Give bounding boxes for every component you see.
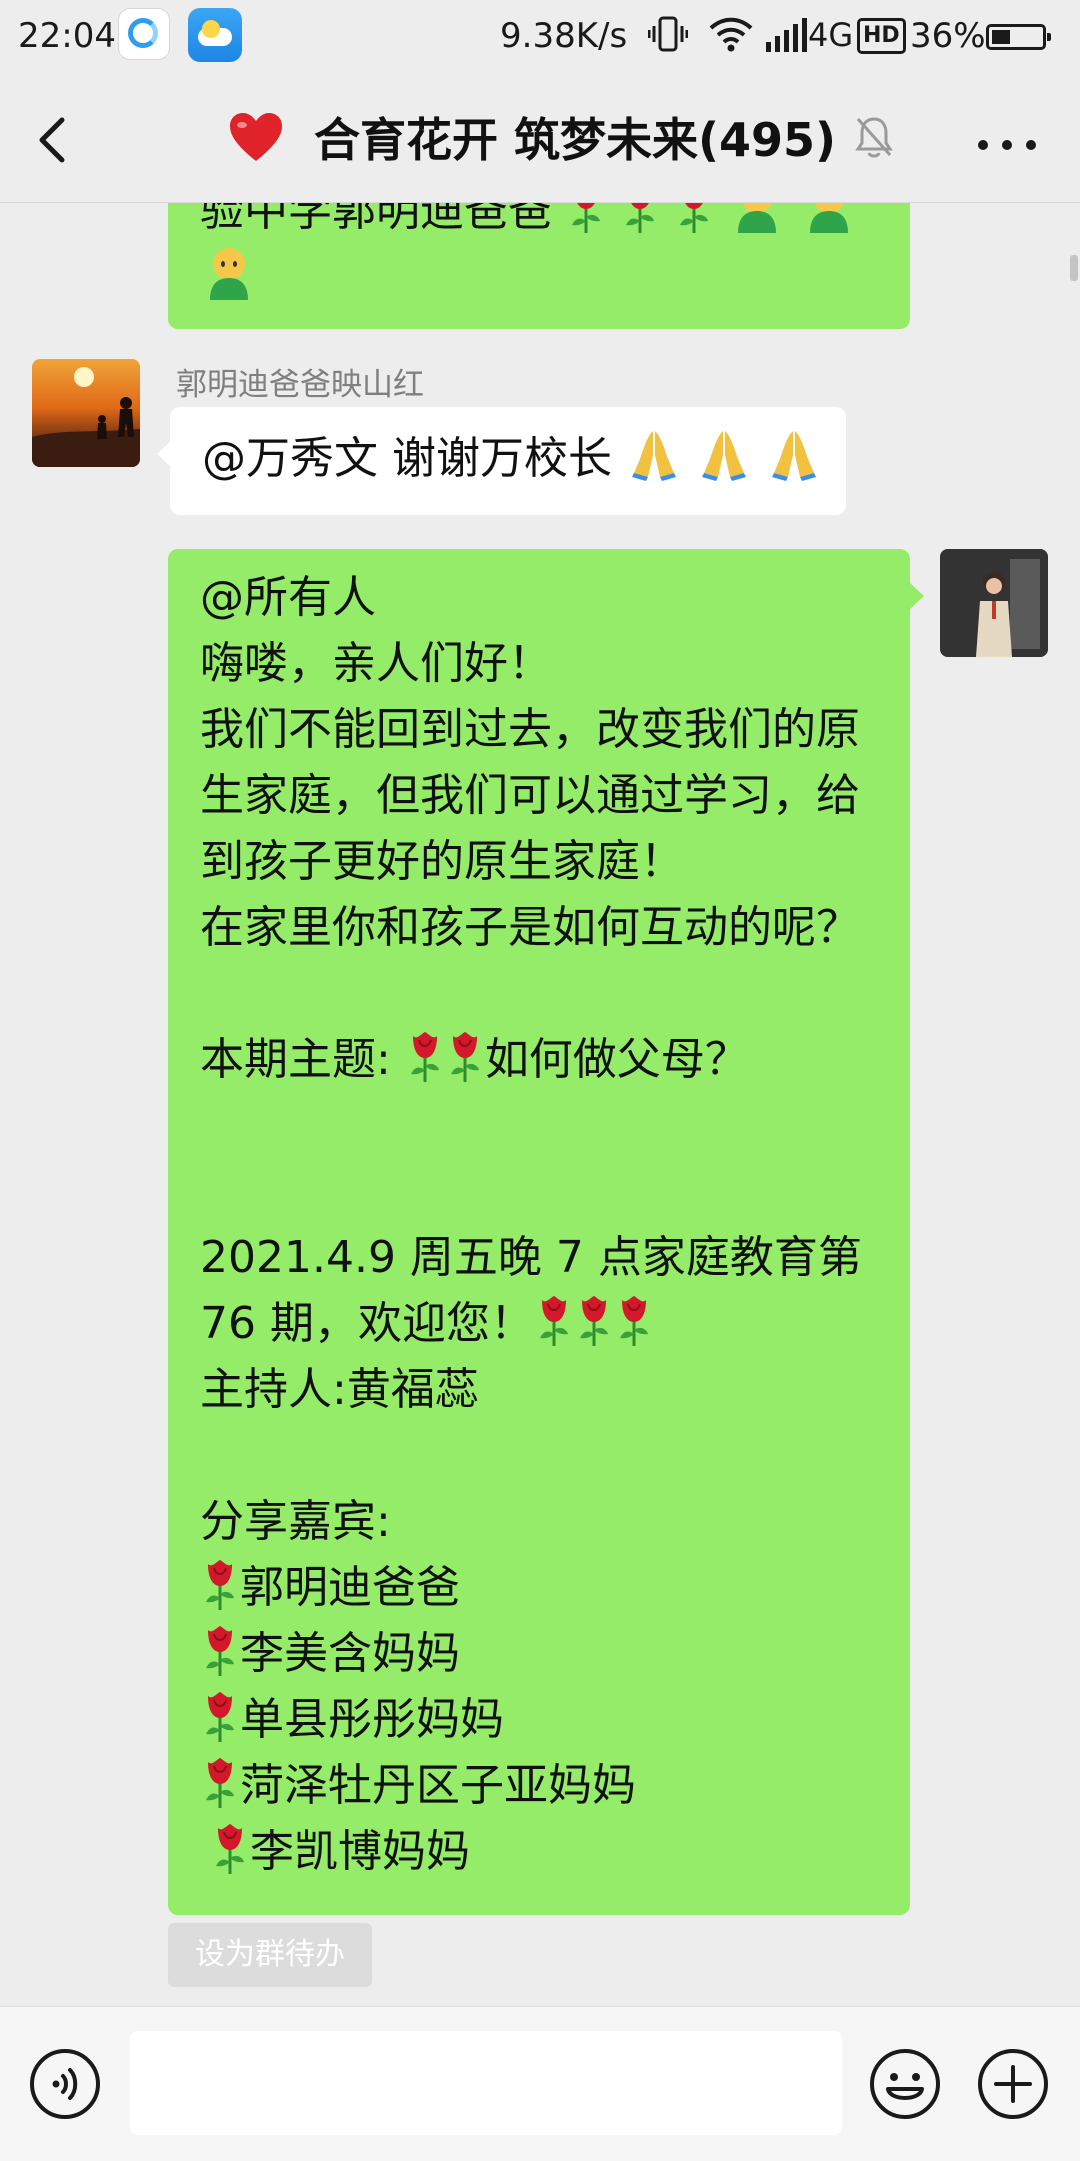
guest-item: 单县彤彤妈妈 — [200, 1687, 878, 1753]
person-photo-image — [940, 549, 1048, 657]
weather-app-icon — [188, 8, 242, 62]
topic-prefix: 本期主题: — [200, 1034, 405, 1085]
topic-text: 如何做父母？ — [484, 1034, 749, 1085]
message-line — [200, 244, 878, 311]
rose-icon — [210, 1822, 250, 1876]
message-line: 生家庭，但我们可以通过学习，给 — [200, 770, 860, 821]
message-line: 验中学郭明迪爸爸 — [200, 203, 878, 244]
message-line: @所有人 — [200, 572, 376, 623]
pray-emoji-icon — [626, 425, 682, 481]
battery-percent: 36% — [910, 16, 986, 56]
browser-app-icon — [118, 8, 170, 60]
guest-item: 菏泽牡丹区子亚妈妈 — [200, 1753, 878, 1819]
rose-icon — [200, 1558, 240, 1612]
guest-item: 郭明迪爸爸 — [200, 1555, 878, 1621]
message-line: 到孩子更好的原生家庭！ — [200, 836, 684, 887]
sender-avatar[interactable] — [32, 359, 140, 467]
dot-icon — [1026, 140, 1036, 150]
rose-icon — [445, 1030, 485, 1084]
sender-name: 郭明迪爸爸映山红 — [176, 367, 424, 403]
chat-header: 合育花开 筑梦未来(495) — [0, 76, 1080, 203]
message-text: @万秀文 谢谢万校长 — [202, 433, 612, 484]
signal-icon — [766, 18, 807, 52]
pray-emoji-icon — [766, 425, 822, 481]
battery-icon — [986, 24, 1051, 50]
rose-icon — [674, 203, 714, 235]
pray-emoji-icon — [696, 425, 752, 481]
hug-emoji-icon — [200, 244, 258, 302]
sunset-silhouette-image — [32, 367, 140, 467]
set-group-todo-button[interactable]: 设为群待办 — [168, 1923, 372, 1987]
hug-emoji-icon — [800, 203, 858, 235]
more-options-button[interactable] — [972, 126, 1042, 166]
status-bar: 22:04 9.38K/s 4G HD 36% — [0, 0, 1080, 76]
voice-input-button[interactable] — [28, 2047, 102, 2121]
heart-icon — [230, 113, 282, 161]
guest-name: 郭明迪爸爸 — [240, 1562, 460, 1613]
emoji-button[interactable] — [868, 2047, 942, 2121]
guest-name: 李凯博妈妈 — [250, 1826, 470, 1877]
rose-icon — [566, 203, 606, 235]
hug-emoji-icon — [728, 203, 786, 235]
guest-name: 单县彤彤妈妈 — [240, 1694, 504, 1745]
back-button[interactable] — [28, 110, 84, 170]
chat-title-area[interactable]: 合育花开 筑梦未来(495) — [228, 104, 894, 170]
wifi-icon — [709, 17, 753, 52]
guest-item: 李凯博妈妈 — [200, 1819, 878, 1885]
guest-name: 李美含妈妈 — [240, 1628, 460, 1679]
message-line: 在家里你和孩子是如何互动的呢？ — [200, 902, 860, 953]
message-text: 验中学郭明迪爸爸 — [200, 203, 552, 236]
chat-message-list[interactable]: 验中学郭明迪爸爸 郭明迪爸爸映山红 @万秀文 谢谢万校长 @所有人 嗨喽，亲人们… — [0, 203, 1080, 2005]
message-bubble-announcement[interactable]: @所有人 嗨喽，亲人们好！ 我们不能回到过去，改变我们的原 生家庭，但我们可以通… — [168, 549, 910, 1915]
vibrate-icon — [648, 16, 688, 52]
rose-icon — [200, 1756, 240, 1810]
rose-icon — [620, 203, 660, 235]
topic-line: 本期主题: 如何做父母？ — [200, 1027, 878, 1093]
guests-label: 分享嘉宾: — [200, 1496, 391, 1547]
rose-icon — [200, 1624, 240, 1678]
status-time: 22:04 — [18, 16, 116, 56]
message-bubble-reply[interactable]: @万秀文 谢谢万校长 — [170, 407, 846, 515]
rose-icon — [614, 1294, 654, 1348]
dot-icon — [978, 140, 988, 150]
rose-icon — [200, 1690, 240, 1744]
more-functions-plus-button[interactable] — [976, 2047, 1050, 2121]
input-bar — [0, 2006, 1080, 2161]
self-avatar[interactable] — [940, 549, 1048, 657]
bubble-tail — [910, 583, 924, 609]
guest-name: 菏泽牡丹区子亚妈妈 — [240, 1760, 636, 1811]
status-network-type: 4G — [808, 16, 854, 54]
hd-icon: HD — [857, 18, 906, 54]
rose-icon — [534, 1294, 574, 1348]
page-title: 合育花开 筑梦未来(495) — [314, 113, 837, 167]
scrollbar[interactable] — [1070, 255, 1078, 281]
message-line: 我们不能回到过去，改变我们的原 — [200, 704, 860, 755]
rose-icon — [574, 1294, 614, 1348]
message-line: 嗨喽，亲人们好！ — [200, 638, 552, 689]
message-bubble-previous[interactable]: 验中学郭明迪爸爸 — [168, 203, 910, 329]
message-line: 76 期，欢迎您！ — [200, 1291, 878, 1357]
mute-bell-icon — [855, 117, 893, 158]
host-line: 主持人:黄福蕊 — [200, 1364, 479, 1415]
dot-icon — [1002, 140, 1012, 150]
message-input[interactable] — [130, 2031, 842, 2135]
guest-item: 李美含妈妈 — [200, 1621, 878, 1687]
status-net-speed: 9.38K/s — [500, 16, 628, 56]
date-text: 76 期，欢迎您！ — [200, 1298, 534, 1349]
bubble-tail — [157, 441, 171, 467]
message-line: 2021.4.9 周五晚 7 点家庭教育第 — [200, 1232, 862, 1283]
rose-icon — [405, 1030, 445, 1084]
